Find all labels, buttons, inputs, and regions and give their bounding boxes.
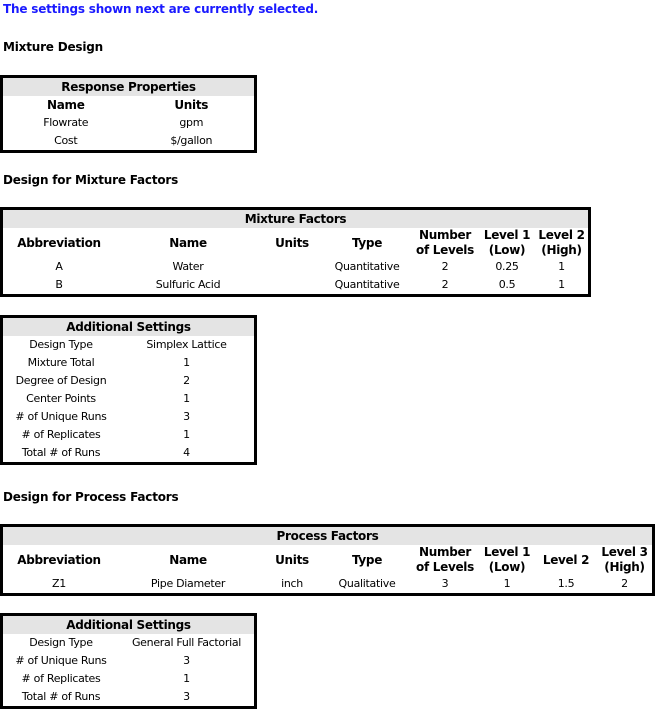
table-cell: 1 (558, 278, 565, 291)
setting-label: # of Unique Runs (15, 654, 107, 667)
table-cell: Flowrate (43, 116, 89, 129)
table-caption: Additional Settings (1, 614, 256, 634)
table-cell: Quantitative (334, 278, 400, 291)
table-cell: Sulfuric Acid (155, 278, 221, 291)
table-cell: Qualitative (338, 577, 396, 590)
setting-value: 1 (183, 428, 190, 441)
table-row: Mixture Total 1 (2, 354, 256, 372)
column-header: Units (174, 98, 209, 112)
table-cell: 1.5 (557, 577, 575, 590)
table-cell: 2 (621, 577, 628, 590)
table-row: Degree of Design 2 (2, 372, 256, 390)
table-row: Total # of Runs 3 (2, 688, 256, 708)
setting-label: Degree of Design (15, 374, 107, 387)
setting-label: Total # of Runs (21, 690, 101, 703)
mixture-factors-section-title: Design for Mixture Factors (3, 173, 179, 187)
setting-value: 3 (183, 690, 190, 703)
setting-label: Design Type (29, 636, 93, 649)
table-cell: 0.5 (498, 278, 516, 291)
table-row: Design Type General Full Factorial (2, 634, 256, 652)
mixture-design-title: Mixture Design (3, 40, 103, 54)
table-row: # of Replicates 1 (2, 426, 256, 444)
column-header: Type (351, 236, 383, 250)
process-factors-section-title: Design for Process Factors (3, 490, 179, 504)
column-header: Number of Levels (416, 228, 474, 257)
table-caption: Response Properties (1, 76, 256, 96)
table-cell: inch (281, 577, 303, 590)
table-cell: Quantitative (334, 260, 400, 273)
response-properties-table: Response Properties Name Units Flowrate … (0, 75, 257, 153)
column-header: Type (351, 553, 383, 567)
setting-label: # of Replicates (21, 428, 101, 441)
setting-label: Mixture Total (27, 356, 95, 369)
column-header: Name (169, 236, 207, 250)
column-header: Number of Levels (416, 545, 474, 574)
intro-message: The settings shown next are currently se… (3, 2, 319, 16)
table-cell: 1 (558, 260, 565, 273)
table-cell: $/gallon (170, 134, 213, 147)
table-cell: B (55, 278, 63, 291)
column-header: Units (275, 553, 309, 567)
table-cell: 2 (441, 260, 449, 273)
table-cell: gpm (179, 116, 204, 129)
table-cell: Pipe Diameter (150, 577, 226, 590)
process-additional-settings-table: Additional Settings Design Type General F… (0, 613, 257, 709)
column-header: Abbreviation (17, 236, 101, 250)
table-cell: 0.25 (495, 260, 519, 273)
table-cell: 3 (441, 577, 449, 590)
setting-value: 1 (183, 356, 190, 369)
setting-value: 4 (183, 446, 190, 459)
process-factors-table: Process Factors Abbreviation Name Units … (0, 524, 655, 596)
column-header: Name (169, 553, 207, 567)
table-row: Design Type Simplex Lattice (2, 336, 256, 354)
setting-label: Total # of Runs (21, 446, 101, 459)
table-cell: A (55, 260, 63, 273)
setting-value: 3 (183, 410, 190, 423)
table-row: Z1 Pipe Diameter inch Qualitative 3 1 1.… (2, 575, 654, 595)
column-header: Level 2 (High) (538, 228, 585, 257)
table-cell (261, 276, 323, 296)
setting-value: 1 (183, 392, 190, 405)
table-cell: 1 (503, 577, 511, 590)
setting-label: # of Unique Runs (15, 410, 107, 423)
mixture-factors-table: Mixture Factors Abbreviation Name Units … (0, 207, 591, 297)
setting-label: Center Points (26, 392, 96, 405)
setting-value: General Full Factorial (131, 636, 242, 649)
table-row: Flowrate gpm (2, 114, 256, 132)
table-row: B Sulfuric Acid Quantitative 2 0.5 1 (2, 276, 590, 296)
table-row: # of Unique Runs 3 (2, 408, 256, 426)
table-caption: Mixture Factors (1, 208, 590, 228)
table-row: A Water Quantitative 2 0.25 1 (2, 258, 590, 276)
column-header: Level 3 (High) (601, 545, 648, 574)
setting-value: 1 (183, 672, 190, 685)
table-caption: Additional Settings (1, 316, 256, 336)
table-cell: Cost (54, 134, 78, 147)
table-caption: Process Factors (1, 525, 654, 545)
column-header: Level 1 (Low) (483, 545, 531, 574)
table-row: # of Replicates 1 (2, 670, 256, 688)
table-row: Total # of Runs 4 (2, 444, 256, 464)
table-cell: Z1 (52, 577, 66, 590)
table-row: Cost $/gallon (2, 132, 256, 152)
table-cell: Water (172, 260, 204, 273)
column-header: Units (275, 236, 309, 250)
setting-label: Design Type (29, 338, 93, 351)
column-header: Level 1 (Low) (483, 228, 531, 257)
table-row: # of Unique Runs 3 (2, 652, 256, 670)
column-header: Abbreviation (17, 553, 101, 567)
setting-value: Simplex Lattice (146, 338, 227, 351)
setting-value: 3 (183, 654, 190, 667)
table-cell: 2 (441, 278, 449, 291)
column-header: Level 2 (542, 553, 590, 567)
setting-label: # of Replicates (21, 672, 101, 685)
table-cell (261, 258, 323, 276)
mixture-additional-settings-table: Additional Settings Design Type Simplex L… (0, 315, 257, 465)
setting-value: 2 (183, 374, 190, 387)
table-row: Center Points 1 (2, 390, 256, 408)
column-header: Name (46, 98, 85, 112)
